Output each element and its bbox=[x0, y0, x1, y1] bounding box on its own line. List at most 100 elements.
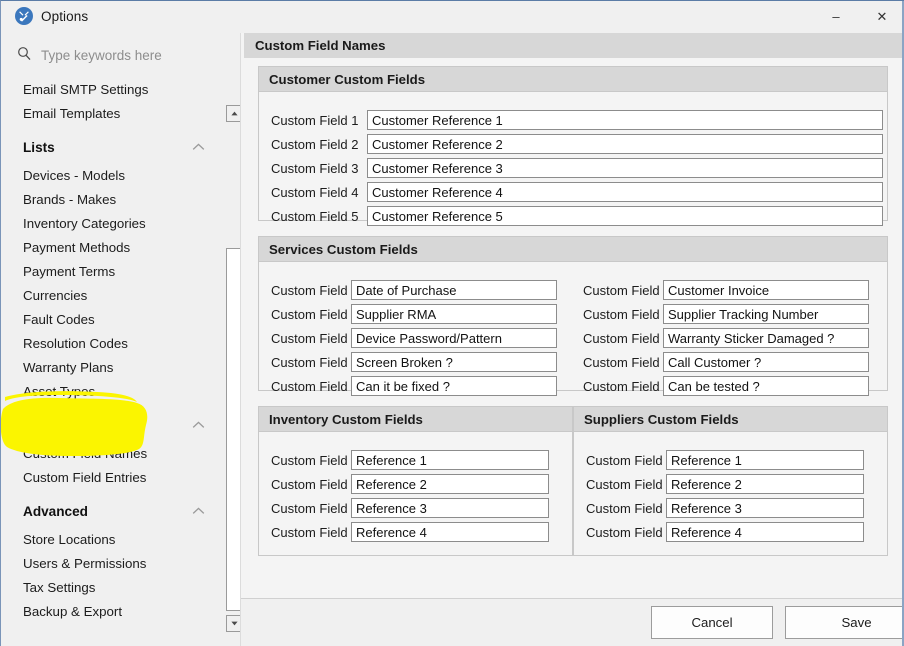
field-input[interactable] bbox=[666, 450, 864, 470]
field-label: Custom Field 1 bbox=[271, 452, 359, 468]
field-input[interactable] bbox=[666, 474, 864, 494]
sidebar: Type keywords here Email SMTP Settings Em… bbox=[1, 33, 241, 646]
field-input[interactable] bbox=[351, 498, 549, 518]
field-label: Custom Field 1 bbox=[271, 282, 359, 298]
field-input[interactable] bbox=[351, 450, 549, 470]
sidebar-scrollbar[interactable] bbox=[226, 71, 241, 637]
sidebar-item-label: Email SMTP Settings bbox=[23, 81, 149, 97]
chevron-up-icon bbox=[192, 507, 205, 514]
sidebar-item-brands-makes[interactable]: Brands - Makes bbox=[1, 187, 223, 211]
field-row: Custom Field 2 bbox=[586, 474, 864, 494]
sidebar-item-devices-models[interactable]: Devices - Models bbox=[1, 163, 223, 187]
sidebar-item-tax-settings[interactable]: Tax Settings bbox=[1, 575, 223, 599]
field-label: Custom Field 4 bbox=[271, 524, 359, 540]
sidebar-item-label: Custom Field Names bbox=[23, 445, 148, 461]
sidebar-scrollbar-thumb[interactable] bbox=[226, 248, 241, 611]
sidebar-item-custom-field-names[interactable]: Custom Field Names bbox=[1, 441, 223, 465]
field-input[interactable] bbox=[351, 522, 549, 542]
field-row: Custom Field 6 bbox=[583, 328, 869, 348]
search-input-placeholder[interactable]: Type keywords here bbox=[41, 48, 162, 63]
field-input[interactable] bbox=[351, 376, 557, 396]
field-input[interactable] bbox=[663, 280, 869, 300]
sidebar-item-email-smtp-settings[interactable]: Email SMTP Settings bbox=[1, 77, 223, 101]
sidebar-item-payment-terms[interactable]: Payment Terms bbox=[1, 259, 223, 283]
scroll-up-button[interactable] bbox=[226, 105, 241, 122]
search-icon bbox=[17, 46, 32, 66]
field-row: Custom Field 2 bbox=[271, 134, 883, 154]
tools-icon bbox=[15, 7, 33, 25]
sidebar-item-label: Backup & Export bbox=[23, 603, 123, 619]
scroll-down-button[interactable] bbox=[226, 615, 241, 632]
sidebar-item-backup-export[interactable]: Backup & Export bbox=[1, 599, 223, 623]
field-input[interactable] bbox=[367, 134, 883, 154]
field-input[interactable] bbox=[351, 328, 557, 348]
sidebar-item-users-permissions[interactable]: Users & Permissions bbox=[1, 551, 223, 575]
page-title: Custom Field Names bbox=[244, 33, 904, 58]
field-label: Custom Field 8 bbox=[583, 354, 671, 370]
sidebar-item-custom-fields[interactable]: Custom Fields bbox=[1, 409, 223, 441]
field-input[interactable] bbox=[666, 522, 864, 542]
field-row: Custom Field 3 bbox=[271, 304, 557, 324]
save-button[interactable]: Save bbox=[785, 606, 904, 639]
sidebar-nav-list: Email SMTP Settings Email Templates Lists D… bbox=[1, 77, 223, 623]
field-row: Custom Field 2 bbox=[271, 474, 549, 494]
field-input[interactable] bbox=[666, 498, 864, 518]
field-row: Custom Field 4 bbox=[271, 182, 883, 202]
field-input[interactable] bbox=[663, 376, 869, 396]
field-input[interactable] bbox=[663, 352, 869, 372]
field-row: Custom Field 4 bbox=[583, 304, 869, 324]
sidebar-item-custom-field-entries[interactable]: Custom Field Entries bbox=[1, 465, 223, 489]
sidebar-item-label: Brands - Makes bbox=[23, 191, 117, 207]
sidebar-item-resolution-codes[interactable]: Resolution Codes bbox=[1, 331, 223, 355]
field-row: Custom Field 5 bbox=[271, 206, 883, 226]
field-label: Custom Field 4 bbox=[271, 184, 359, 200]
field-label: Custom Field 6 bbox=[583, 330, 671, 346]
sidebar-item-payment-methods[interactable]: Payment Methods bbox=[1, 235, 223, 259]
sidebar-item-warranty-plans[interactable]: Warranty Plans bbox=[1, 355, 223, 379]
field-input[interactable] bbox=[367, 110, 883, 130]
field-input[interactable] bbox=[367, 206, 883, 226]
close-button[interactable]: ✕ bbox=[859, 1, 904, 32]
field-label: Custom Field 2 bbox=[586, 476, 674, 492]
field-input[interactable] bbox=[351, 474, 549, 494]
field-label: Custom Field 2 bbox=[271, 476, 359, 492]
sidebar-item-inventory-categories[interactable]: Inventory Categories bbox=[1, 211, 223, 235]
field-label: Custom Field 4 bbox=[583, 306, 671, 322]
sidebar-item-advanced[interactable]: Advanced bbox=[1, 495, 223, 527]
sidebar-item-currencies[interactable]: Currencies bbox=[1, 283, 223, 307]
sidebar-item-email-templates[interactable]: Email Templates bbox=[1, 101, 223, 125]
field-row: Custom Field 3 bbox=[271, 498, 549, 518]
field-input[interactable] bbox=[663, 304, 869, 324]
sidebar-item-label: Inventory Categories bbox=[23, 215, 146, 231]
field-row: Custom Field 10 bbox=[583, 376, 869, 396]
field-label: Custom Field 5 bbox=[271, 330, 359, 346]
section-inventory: Inventory Custom FieldsCustom Field 1Cus… bbox=[258, 406, 573, 556]
cancel-button[interactable]: Cancel bbox=[651, 606, 773, 639]
field-input[interactable] bbox=[663, 328, 869, 348]
minimize-button[interactable]: – bbox=[813, 1, 859, 32]
field-input[interactable] bbox=[367, 182, 883, 202]
sidebar-item-label: Users & Permissions bbox=[23, 555, 147, 571]
field-input[interactable] bbox=[351, 352, 557, 372]
chevron-up-icon bbox=[192, 421, 205, 428]
field-row: Custom Field 3 bbox=[586, 498, 864, 518]
section-title: Suppliers Custom Fields bbox=[574, 407, 887, 432]
search-box[interactable]: Type keywords here bbox=[1, 41, 223, 69]
sidebar-item-lists[interactable]: Lists bbox=[1, 131, 223, 163]
sidebar-item-label: Devices - Models bbox=[23, 167, 125, 183]
title-bar-left: Options bbox=[15, 7, 88, 25]
sidebar-item-label: Resolution Codes bbox=[23, 335, 128, 351]
sidebar-item-store-locations[interactable]: Store Locations bbox=[1, 527, 223, 551]
field-input[interactable] bbox=[351, 304, 557, 324]
section-body: Custom Field 1 Custom Field 2 Custom Field… bbox=[259, 432, 572, 556]
section-services: Services Custom FieldsCustom Field 1Cust… bbox=[258, 236, 888, 396]
section-body: Custom Field 1 Custom Field 2 Custom Field… bbox=[259, 262, 887, 396]
field-label: Custom Field 7 bbox=[271, 354, 359, 370]
field-input[interactable] bbox=[351, 280, 557, 300]
chevron-up-icon bbox=[192, 143, 205, 150]
sidebar-item-asset-types[interactable]: Asset Types bbox=[1, 379, 223, 403]
field-input[interactable] bbox=[367, 158, 883, 178]
field-row: Custom Field 8 bbox=[583, 352, 869, 372]
sidebar-item-label: Custom Field Entries bbox=[23, 469, 147, 485]
sidebar-item-fault-codes[interactable]: Fault Codes bbox=[1, 307, 223, 331]
